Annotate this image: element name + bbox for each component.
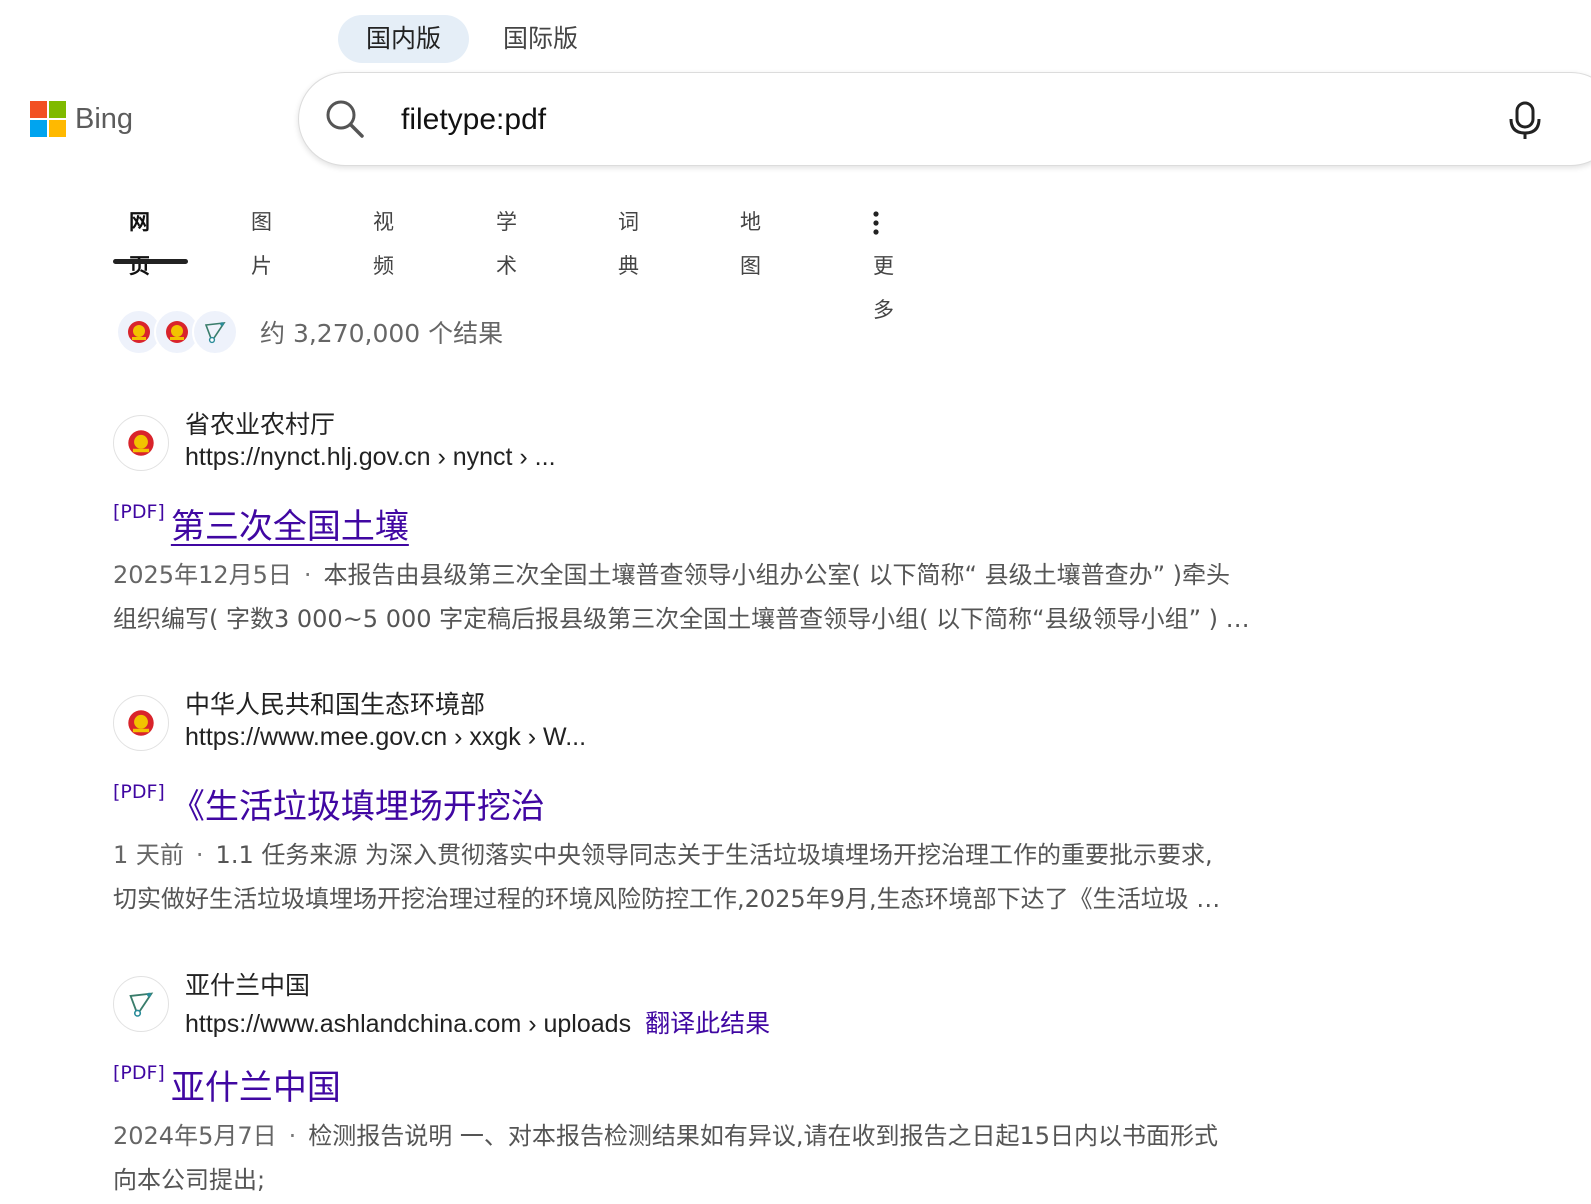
snippet-line: 组织编写( 字数3 000~5 000 字定稿后报县级第三次全国土壤普查领导小组… [113, 605, 1250, 633]
search-input[interactable] [399, 95, 1483, 145]
nav-more-label: 更多 [873, 254, 894, 322]
tab-domestic[interactable]: 国内版 [338, 15, 470, 63]
result-source[interactable]: 中华人民共和国生态环境部 https://www.mee.gov.cn › xx… [113, 690, 1393, 775]
site-url-row: https://www.ashlandchina.com › uploads 翻译… [185, 1004, 770, 1040]
region-tabs: 国内版 国际版 [338, 15, 606, 63]
result-title-row: [PDF] 《生活垃圾填埋场开挖治 [113, 779, 1393, 831]
result-count: 约 3,270,000 个结果 [260, 319, 504, 348]
search-icon[interactable] [325, 99, 365, 139]
nav-more[interactable]: 更多 [873, 200, 894, 322]
site-name: 亚什兰中国 [185, 971, 311, 1000]
result-source[interactable]: 亚什兰中国 https://www.ashlandchina.com › upl… [113, 971, 1393, 1056]
logo-text: Bing [75, 102, 134, 135]
site-url[interactable]: https://nynct.hlj.gov.cn › nynct › ... [185, 443, 556, 472]
pdf-tag: [PDF] [113, 501, 165, 523]
snippet-line: 切实做好生活垃圾填埋场开挖治理过程的环境风险防控工作,2025年9月,生态环境部… [113, 885, 1221, 913]
search-result: 省农业农村厅 https://nynct.hlj.gov.cn › nynct … [113, 410, 1393, 641]
result-date: 2024年5月7日 [113, 1122, 277, 1150]
snippet-line: 检测报告说明 一、对本报告检测结果如有异议,请在收到报告之日起15日内以书面形式 [308, 1122, 1219, 1150]
result-snippet: 2025年12月5日 · 本报告由县级第三次全国土壤普查领导小组办公室( 以下简称“… [113, 553, 1393, 641]
nav-videos[interactable]: 视频 [373, 200, 394, 278]
nav-maps[interactable]: 地图 [740, 200, 761, 278]
nav-images[interactable]: 图片 [251, 200, 272, 278]
translate-link[interactable]: 翻译此结果 [645, 1010, 770, 1038]
result-title-row: [PDF] 第三次全国土壤 [113, 499, 1393, 551]
snippet-line: 向本公司提出; [113, 1166, 266, 1194]
tab-international[interactable]: 国际版 [475, 15, 606, 63]
result-title-link[interactable]: 亚什兰中国 [171, 1068, 341, 1108]
nav-web[interactable]: 网页 [129, 200, 150, 278]
active-tab-indicator [113, 259, 188, 264]
microphone-icon[interactable] [1507, 101, 1543, 141]
result-snippet: 1 天前 · 1.1 任务来源 为深入贯彻落实中央领导同志关于生活垃圾填埋场开挖治理… [113, 833, 1393, 921]
emblem-icon [113, 415, 169, 471]
result-title-link[interactable]: 《生活垃圾填埋场开挖治 [171, 787, 545, 827]
result-title-link[interactable]: 第三次全国土壤 [171, 507, 409, 547]
result-date: 1 天前 [113, 841, 184, 869]
ashland-logo-icon [113, 976, 169, 1032]
search-result: 亚什兰中国 https://www.ashlandchina.com › upl… [113, 971, 1393, 1202]
pdf-tag: [PDF] [113, 781, 165, 803]
search-result: 中华人民共和国生态环境部 https://www.mee.gov.cn › xx… [113, 690, 1393, 921]
result-count-row: 约 3,270,000 个结果 [116, 309, 503, 355]
result-date: 2025年12月5日 [113, 561, 292, 589]
site-url[interactable]: https://www.ashlandchina.com › uploads [185, 1010, 631, 1038]
nav-academic[interactable]: 学术 [496, 200, 517, 278]
more-dots-icon [873, 211, 879, 235]
nav-dictionary[interactable]: 词典 [618, 200, 639, 278]
result-snippet: 2024年5月7日 · 检测报告说明 一、对本报告检测结果如有异议,请在收到报告之日… [113, 1114, 1393, 1202]
result-title-row: [PDF] 亚什兰中国 [113, 1060, 1393, 1112]
result-source[interactable]: 省农业农村厅 https://nynct.hlj.gov.cn › nynct … [113, 410, 1393, 495]
search-box [298, 72, 1591, 166]
site-url[interactable]: https://www.mee.gov.cn › xxgk › W... [185, 723, 586, 752]
microsoft-logo-icon [30, 101, 66, 137]
pdf-tag: [PDF] [113, 1062, 165, 1084]
snippet-line: 本报告由县级第三次全国土壤普查领导小组办公室( 以下简称“ 县级土壤普查办” )… [323, 561, 1231, 589]
emblem-icon [113, 695, 169, 751]
bing-logo[interactable]: Bing [30, 101, 133, 137]
site-name: 中华人民共和国生态环境部 [185, 690, 486, 719]
site-name: 省农业农村厅 [185, 410, 336, 439]
ashland-logo-icon [192, 309, 238, 355]
snippet-line: 1.1 任务来源 为深入贯彻落实中央领导同志关于生活垃圾填埋场开挖治理工作的重要… [215, 841, 1213, 869]
